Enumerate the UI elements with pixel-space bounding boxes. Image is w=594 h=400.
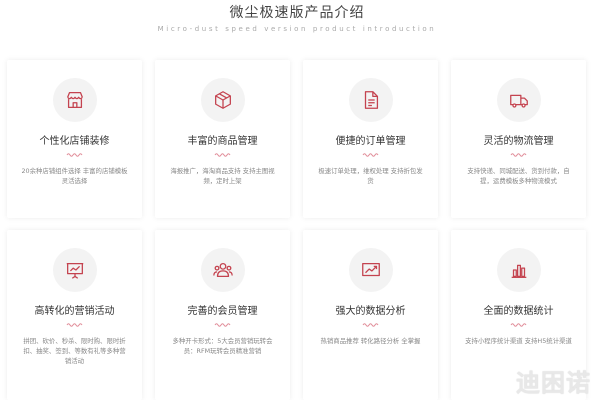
feature-description: 海报推广，海淘商品支持 支持主图视频，定时上架 [170, 167, 275, 185]
feature-title: 个性化店铺装修 [39, 136, 110, 147]
wave-divider [214, 323, 230, 327]
feature-title: 完善的会员管理 [187, 306, 258, 317]
document-icon [348, 78, 393, 122]
watermark-logo: 迪困诺 [516, 369, 591, 397]
feature-title: 便捷的订单管理 [335, 136, 406, 147]
feature-description: 支持快递、同城配送、货到付款，自提，运费模板多种物流模式 [467, 167, 570, 185]
feature-description: 支持小程序统计渠道 支持H5统计渠道 [465, 337, 572, 345]
package-box-icon [200, 78, 245, 122]
feature-card-logistics-management[interactable]: 灵活的物流管理 支持快递、同城配送、货到付款，自提，运费模板多种物流模式 [451, 60, 586, 218]
page-title: 微尘极速版产品介绍 [229, 5, 365, 21]
wave-divider [362, 323, 378, 327]
feature-card-order-management[interactable]: 便捷的订单管理 极速订单处理，维权处理 支持折包发货 [303, 60, 438, 218]
feature-card-member-management[interactable]: 完善的会员管理 多种开卡形式：5大会员营销玩转会员：RFM玩转会员精准营销 [155, 230, 290, 400]
wave-divider [66, 323, 82, 327]
bar-stats-icon [496, 248, 541, 292]
feature-title: 强大的数据分析 [335, 306, 406, 317]
storefront-icon [52, 78, 97, 122]
feature-title: 高转化的营销活动 [34, 306, 115, 317]
page-header: 微尘极速版产品介绍 Micro-dust speed version produ… [0, 0, 594, 34]
feature-card-product-management[interactable]: 丰富的商品管理 海报推广，海淘商品支持 支持主图视频，定时上架 [155, 60, 290, 218]
feature-description: 20余种店铺组件选择 丰富的店铺模板灵活选择 [21, 167, 128, 185]
trend-chart-icon [348, 248, 393, 292]
feature-card-data-analysis[interactable]: 强大的数据分析 热销商品推荐 转化路径分析 全掌握 [303, 230, 438, 400]
page-subtitle: Micro-dust speed version product introdu… [157, 25, 437, 33]
feature-description: 拼团、砍价、秒杀、限时购、限时折扣、抽奖、签到、等数有礼等多种营销活动 [23, 337, 126, 365]
feature-card-store-decoration[interactable]: 个性化店铺装修 20余种店铺组件选择 丰富的店铺模板灵活选择 [7, 60, 142, 218]
feature-description: 热销商品推荐 转化路径分析 全掌握 [320, 337, 421, 345]
wave-divider [362, 153, 378, 157]
wave-divider [510, 323, 526, 327]
feature-grid: 个性化店铺装修 20余种店铺组件选择 丰富的店铺模板灵活选择 丰富的商品管理 海… [7, 60, 587, 400]
feature-card-marketing-activities[interactable]: 高转化的营销活动 拼团、砍价、秒杀、限时购、限时折扣、抽奖、签到、等数有礼等多种… [7, 230, 142, 400]
members-group-icon [200, 248, 245, 292]
presentation-board-icon [52, 248, 97, 292]
feature-description: 极速订单处理，维权处理 支持折包发货 [318, 167, 423, 185]
delivery-truck-icon [496, 78, 541, 122]
feature-description: 多种开卡形式：5大会员营销玩转会员：RFM玩转会员精准营销 [172, 337, 273, 355]
feature-title: 丰富的商品管理 [187, 136, 258, 147]
feature-title: 灵活的物流管理 [483, 136, 554, 147]
wave-divider [66, 153, 82, 157]
feature-title: 全面的数据统计 [483, 306, 554, 317]
wave-divider [510, 153, 526, 157]
wave-divider [214, 153, 230, 157]
